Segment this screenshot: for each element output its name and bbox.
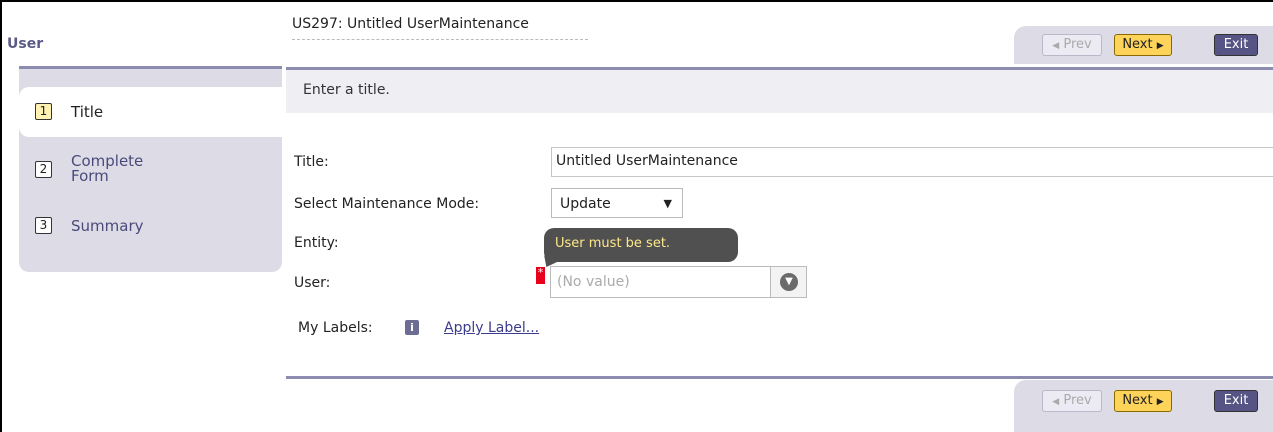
next-label: Next	[1122, 37, 1153, 52]
step-summary[interactable]: 3 Summary	[19, 205, 282, 255]
chevron-down-icon: ▼	[780, 273, 798, 291]
caret-down-icon: ▼	[663, 197, 672, 210]
user-label: User:	[294, 275, 331, 291]
user-placeholder: (No value)	[557, 274, 630, 290]
user-dropdown-button[interactable]: ▼	[770, 267, 806, 297]
bottom-divider	[286, 376, 1273, 379]
title-label: Title:	[294, 154, 329, 170]
triangle-right-icon: ▶	[1156, 41, 1164, 51]
prev-label: Prev	[1063, 393, 1092, 408]
chevron-left-icon: ◀	[1052, 397, 1060, 407]
next-label: Next	[1122, 393, 1153, 408]
step-title[interactable]: 1 Title	[19, 87, 282, 137]
step-number: 2	[35, 161, 52, 178]
sidebar-title: User	[7, 36, 44, 52]
apply-label-link[interactable]: Apply Label...	[444, 320, 539, 336]
title-field[interactable]: Untitled UserMaintenance	[551, 147, 1273, 177]
next-button[interactable]: Next ▶	[1114, 390, 1172, 412]
mode-value: Update	[560, 196, 611, 212]
required-marker: *	[536, 267, 545, 284]
entity-label: Entity:	[294, 235, 339, 251]
prev-button[interactable]: ◀ Prev	[1042, 390, 1102, 412]
exit-button[interactable]: Exit	[1214, 390, 1258, 412]
toolbar-bottom: ◀ Prev Next ▶ Exit	[1014, 380, 1273, 432]
step-complete-form[interactable]: 2 Complete Form	[19, 147, 282, 197]
maintenance-mode-select[interactable]: Update ▼	[551, 188, 683, 218]
step-label: Title	[71, 103, 104, 121]
info-icon[interactable]: i	[405, 320, 419, 335]
toolbar-top: ◀ Prev Next ▶ Exit	[1014, 26, 1273, 64]
instruction-text: Enter a title.	[303, 82, 390, 98]
step-label: Summary	[71, 217, 144, 235]
triangle-right-icon: ▶	[1156, 397, 1164, 407]
app-frame: User 1 Title 2 Complete Form 3 Summary U…	[0, 0, 1273, 432]
tooltip-text: User must be set.	[555, 236, 671, 251]
sidebar-header: User	[4, 4, 282, 68]
title-underline	[292, 39, 588, 40]
my-labels-label: My Labels:	[298, 320, 373, 336]
step-number: 1	[35, 103, 52, 120]
exit-button[interactable]: Exit	[1214, 34, 1258, 56]
chevron-left-icon: ◀	[1052, 41, 1060, 51]
prev-button[interactable]: ◀ Prev	[1042, 34, 1102, 56]
step-number: 3	[35, 217, 52, 234]
instruction-bar: Enter a title.	[286, 70, 1273, 113]
step-label: Complete Form	[71, 152, 144, 185]
user-error-tooltip: User must be set.	[544, 228, 738, 262]
user-field[interactable]: (No value) ▼	[550, 266, 807, 298]
mode-label: Select Maintenance Mode:	[294, 196, 480, 212]
next-button[interactable]: Next ▶	[1114, 34, 1172, 56]
page-title: US297: Untitled UserMaintenance	[292, 16, 529, 32]
prev-label: Prev	[1063, 37, 1092, 52]
